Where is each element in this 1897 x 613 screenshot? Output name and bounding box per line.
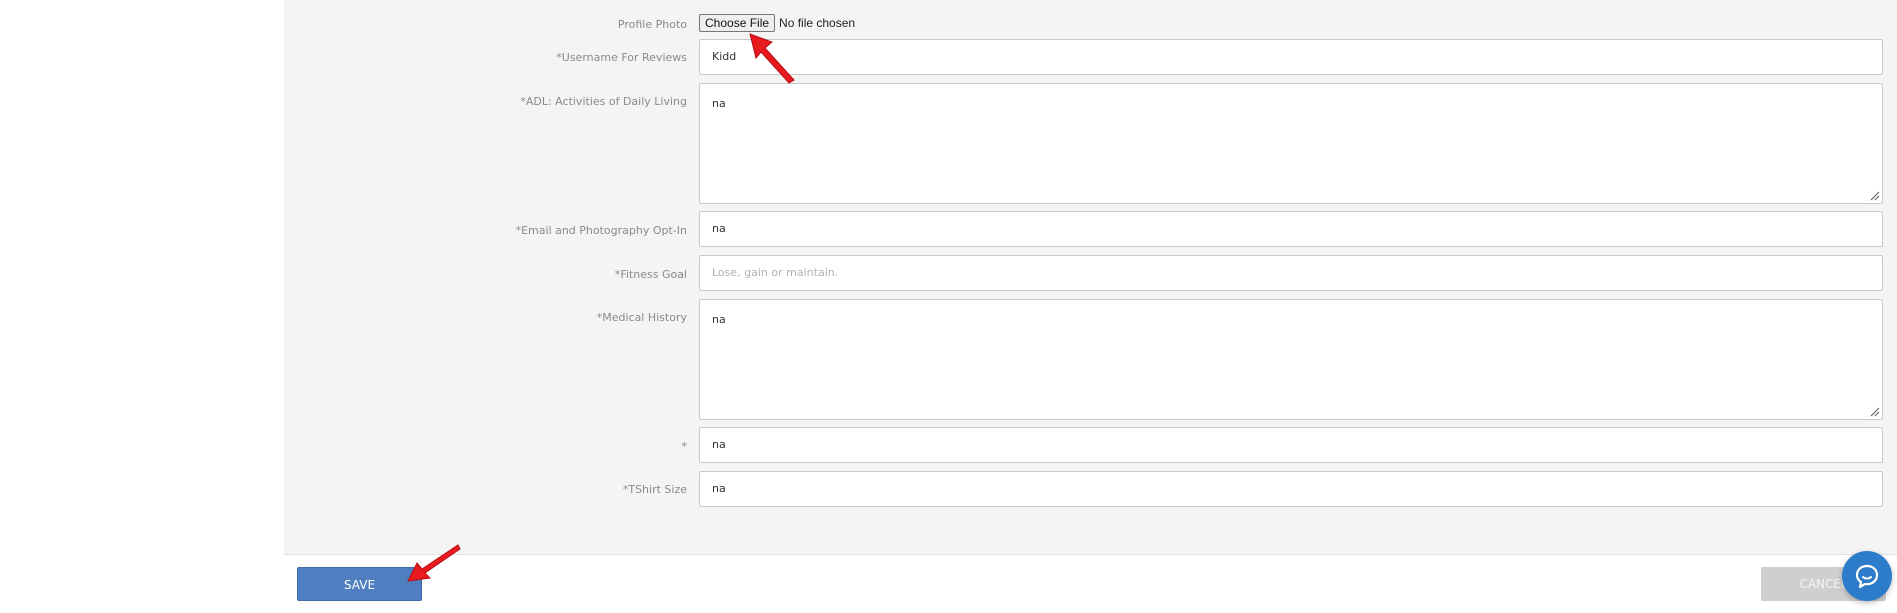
email-optin-value: na [712,222,726,235]
choose-file-button[interactable]: Choose File [699,14,776,32]
profile-photo-label: Profile Photo [617,18,687,31]
email-optin-input[interactable]: na [699,211,1883,247]
chat-widget-button[interactable] [1842,551,1892,601]
username-value: Kidd [712,50,737,63]
adl-label: *ADL: Activities of Daily Living [520,95,687,108]
unnamed-field-label: * [681,440,688,453]
file-status-text: No file chosen [779,16,856,30]
save-button[interactable]: SAVE [297,567,422,601]
medical-history-value: na [712,313,726,326]
unnamed-field-input[interactable]: na [699,427,1883,463]
username-input[interactable]: Kidd [699,39,1883,75]
fitness-goal-label: *Fitness Goal [614,268,687,281]
tshirt-size-label: *TShirt Size [622,483,687,496]
fitness-goal-placeholder: Lose, gain or maintain. [712,266,839,279]
profile-photo-file-input[interactable]: Choose File No file chosen [699,14,855,32]
medical-history-textarea[interactable]: na [699,299,1883,420]
username-label: *Username For Reviews [556,51,687,64]
adl-textarea[interactable]: na [699,83,1883,204]
medical-history-label: *Medical History [596,311,687,324]
chat-bubble-icon [1855,564,1879,589]
unnamed-field-value: na [712,438,726,451]
resize-handle-icon[interactable] [1870,191,1880,201]
adl-value: na [712,97,726,110]
email-optin-label: *Email and Photography Opt-In [515,224,687,237]
tshirt-size-input[interactable]: na [699,471,1883,507]
fitness-goal-input[interactable]: Lose, gain or maintain. [699,255,1883,291]
resize-handle-icon[interactable] [1870,407,1880,417]
tshirt-size-value: na [712,482,726,495]
